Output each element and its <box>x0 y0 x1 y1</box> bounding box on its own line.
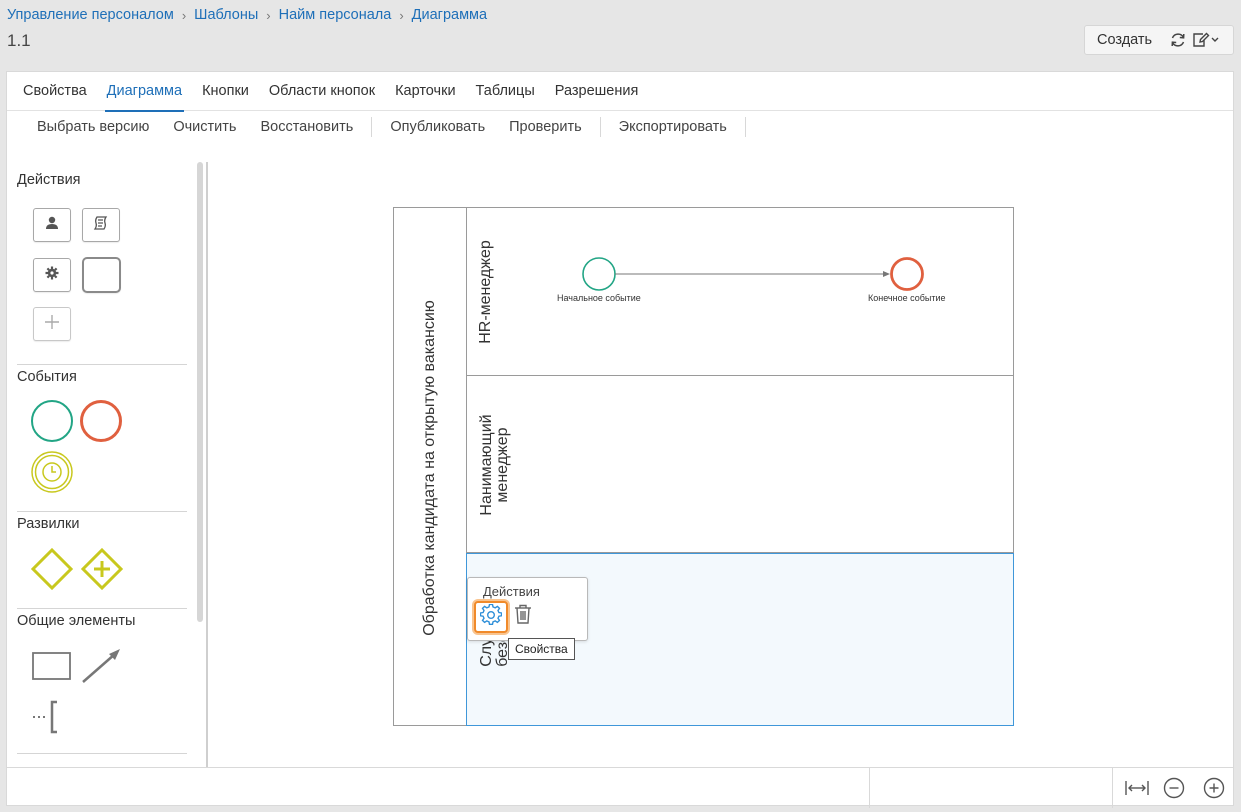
lane-label-line: менеджер <box>494 427 511 503</box>
add-action-tool[interactable] <box>33 307 71 341</box>
parallel-gateway-tool[interactable] <box>81 548 123 590</box>
end-event[interactable] <box>890 257 924 291</box>
bottom-bar <box>7 767 1233 808</box>
create-button[interactable]: Создать <box>1085 32 1167 48</box>
breadcrumb-link-hr[interactable]: Управление персоналом <box>7 7 174 23</box>
exclusive-gateway-tool[interactable] <box>31 548 73 590</box>
gear-icon <box>479 603 503 631</box>
diagram-toolbar: Выбрать версию Очистить Восстановить Опу… <box>7 112 1233 142</box>
user-task-tool[interactable] <box>33 208 71 242</box>
publish-button[interactable]: Опубликовать <box>378 119 497 135</box>
tab-buttons[interactable]: Кнопки <box>192 72 259 111</box>
palette-splitter[interactable] <box>206 162 208 767</box>
palette-divider <box>17 753 187 754</box>
tab-bar: Свойства Диаграмма Кнопки Области кнопок… <box>7 72 1233 112</box>
lane-label: Нанимающий менеджер <box>478 414 511 516</box>
delete-button[interactable] <box>512 603 534 629</box>
properties-button[interactable] <box>474 601 508 633</box>
check-button[interactable]: Проверить <box>497 119 594 135</box>
actions-popup: Действия <box>467 577 588 641</box>
lane-label-line: Нанимающий <box>478 414 495 516</box>
breadcrumb-link-diagram[interactable]: Диаграмма <box>412 7 487 23</box>
export-button[interactable]: Экспортировать <box>607 119 739 135</box>
zoom-out-icon[interactable] <box>1162 776 1186 800</box>
toolbar-divider <box>599 117 601 137</box>
trash-icon <box>513 603 533 630</box>
main-panel: Свойства Диаграмма Кнопки Области кнопок… <box>6 71 1234 808</box>
refresh-icon[interactable] <box>1167 29 1189 51</box>
header-actions: Создать <box>1084 25 1234 55</box>
user-icon <box>44 215 60 236</box>
bottom-divider <box>869 768 870 808</box>
lane-hiring-manager[interactable]: Нанимающий менеджер <box>467 376 1014 553</box>
toolbar-divider <box>371 117 373 137</box>
start-event-tool[interactable] <box>30 399 74 443</box>
breadcrumb: Управление персоналом › Шаблоны › Найм п… <box>7 7 487 23</box>
chevron-right-icon: › <box>181 7 187 23</box>
tab-permissions[interactable]: Разрешения <box>545 72 649 111</box>
palette-header-common: Общие элементы <box>17 613 136 629</box>
tab-diagram[interactable]: Диаграмма <box>97 72 192 112</box>
task-tool[interactable] <box>82 257 121 293</box>
restore-button[interactable]: Восстановить <box>248 119 365 135</box>
pool-label: Обработка кандидата на открытую вакансию <box>421 300 438 636</box>
script-icon <box>93 215 109 236</box>
sequence-flow-arrowhead <box>883 271 890 277</box>
breadcrumb-link-hiring[interactable]: Найм персонала <box>279 7 392 23</box>
palette-scrollbar[interactable] <box>197 162 203 622</box>
end-event-tool[interactable] <box>79 399 123 443</box>
plus-icon <box>43 313 61 336</box>
palette-header-gateways: Развилки <box>17 516 80 532</box>
element-palette: Действия События Развилки Общие элементы <box>7 162 208 767</box>
pool-header[interactable]: Обработка кандидата на открытую вакансию <box>394 208 467 725</box>
clear-button[interactable]: Очистить <box>161 119 248 135</box>
popup-title: Действия <box>483 584 540 599</box>
lane-label: HR-менеджер <box>477 240 494 344</box>
tab-tables[interactable]: Таблицы <box>466 72 545 111</box>
zoom-in-icon[interactable] <box>1202 776 1226 800</box>
fit-width-icon[interactable] <box>1124 776 1150 800</box>
edit-icon[interactable] <box>1189 29 1221 51</box>
version-title: 1.1 <box>7 31 31 50</box>
breadcrumb-link-templates[interactable]: Шаблоны <box>194 7 258 23</box>
palette-divider <box>17 511 187 512</box>
chevron-right-icon: › <box>399 7 404 23</box>
tab-button-areas[interactable]: Области кнопок <box>259 72 385 111</box>
palette-header-actions: Действия <box>17 172 81 188</box>
palette-divider <box>17 608 187 609</box>
timer-event-tool[interactable] <box>30 450 74 494</box>
clock-icon <box>42 462 62 482</box>
flow-layer <box>582 257 924 291</box>
script-task-tool[interactable] <box>82 208 120 242</box>
gear-icon <box>44 265 60 286</box>
annotation-tool[interactable] <box>31 699 75 735</box>
end-event-label: Конечное событие <box>868 293 946 303</box>
bottom-divider <box>1112 768 1113 808</box>
chevron-right-icon: › <box>266 7 271 23</box>
palette-header-events: События <box>17 369 77 385</box>
properties-tooltip: Свойства <box>508 638 575 660</box>
select-version-button[interactable]: Выбрать версию <box>25 119 161 135</box>
arrow-tool[interactable] <box>79 646 123 686</box>
start-event[interactable] <box>582 257 616 291</box>
toolbar-divider <box>744 117 746 137</box>
rectangle-tool[interactable] <box>31 650 73 682</box>
palette-divider <box>17 364 187 365</box>
service-task-tool[interactable] <box>33 258 71 292</box>
start-event-label: Начальное событие <box>557 293 641 303</box>
tab-cards[interactable]: Карточки <box>385 72 465 111</box>
tab-properties[interactable]: Свойства <box>13 72 97 111</box>
